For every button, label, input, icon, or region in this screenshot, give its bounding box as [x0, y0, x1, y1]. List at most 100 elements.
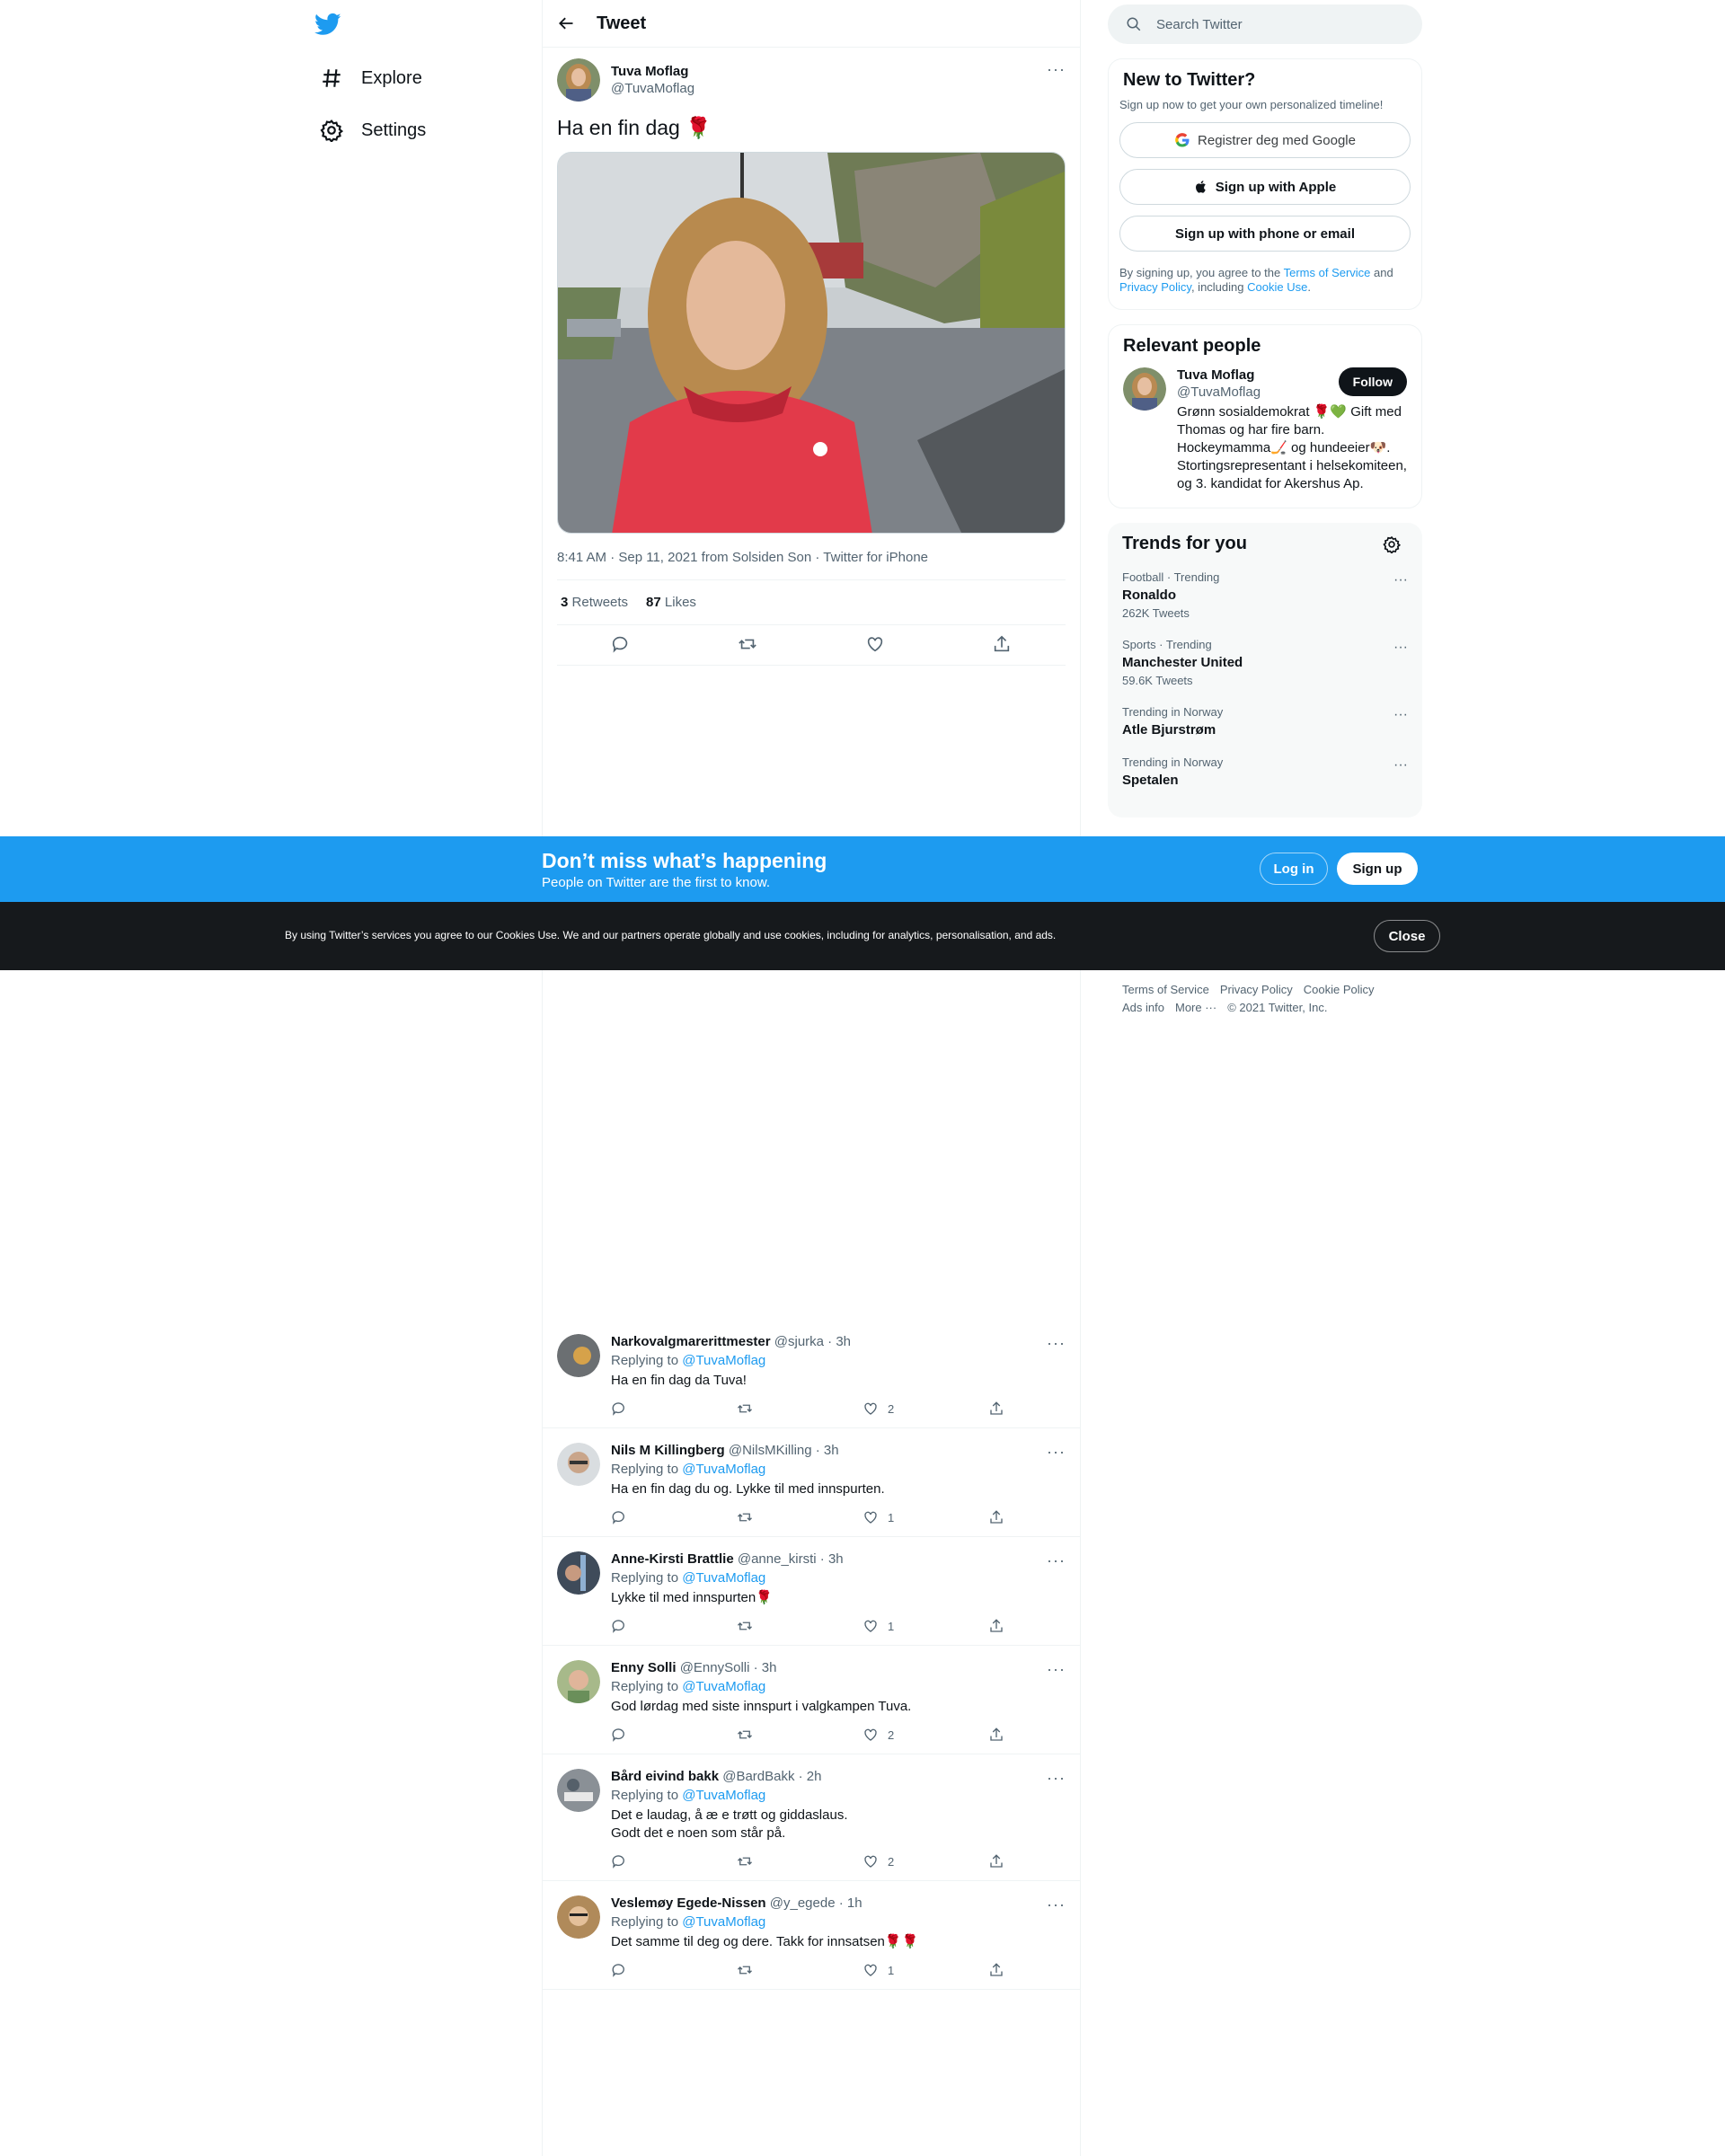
more-options-icon[interactable]: ··· [1047, 1895, 1066, 1914]
reply-handle[interactable]: @anne_kirsti · 3h [738, 1551, 844, 1567]
like-icon[interactable] [862, 1853, 879, 1869]
retweets-stat[interactable]: 3 Retweets [561, 595, 628, 610]
reply-icon[interactable] [611, 1727, 627, 1743]
reply-icon[interactable] [611, 1509, 627, 1525]
trends-settings-icon[interactable] [1383, 535, 1401, 553]
retweet-icon[interactable] [737, 1853, 753, 1869]
follow-button[interactable]: Follow [1338, 367, 1407, 396]
tweet-photo[interactable] [557, 152, 1066, 534]
reply-item[interactable]: Narkovalgmarerittmester @sjurka · 3h Rep… [543, 1323, 1080, 1428]
more-options-icon[interactable]: ··· [1393, 757, 1408, 773]
more-options-icon[interactable]: ··· [1047, 1443, 1066, 1462]
replying-to-link[interactable]: @TuvaMoflag [682, 1788, 765, 1803]
avatar[interactable] [557, 1551, 600, 1595]
more-options-icon[interactable]: ··· [1393, 640, 1408, 656]
back-arrow-icon[interactable] [557, 14, 575, 32]
google-signup-button[interactable]: Registrer deg med Google [1119, 122, 1411, 158]
author-handle[interactable]: @TuvaMoflag [611, 81, 694, 96]
replying-to-link[interactable]: @TuvaMoflag [682, 1570, 765, 1586]
share-icon[interactable] [992, 634, 1012, 654]
trend-item[interactable]: Trending in Norway Spetalen ··· [1108, 747, 1422, 797]
reply-icon[interactable] [611, 1853, 627, 1869]
more-options-icon[interactable]: ··· [1047, 60, 1066, 79]
retweet-icon[interactable] [737, 1727, 753, 1743]
privacy-link[interactable]: Privacy Policy [1119, 280, 1191, 294]
reply-author-name[interactable]: Nils M Killingberg [611, 1443, 725, 1458]
close-button[interactable]: Close [1374, 920, 1440, 952]
reply-handle[interactable]: @EnnySolli · 3h [680, 1660, 777, 1675]
more-options-icon[interactable]: ··· [1393, 572, 1408, 588]
reply-item[interactable]: Anne-Kirsti Brattlie @anne_kirsti · 3h R… [543, 1541, 1080, 1646]
replying-to-link[interactable]: @TuvaMoflag [682, 1353, 765, 1368]
reply-icon[interactable] [611, 1401, 627, 1417]
avatar[interactable] [557, 1660, 600, 1703]
twitter-logo-icon[interactable] [314, 11, 341, 38]
like-icon[interactable] [862, 1509, 879, 1525]
retweet-icon[interactable] [737, 1401, 753, 1417]
share-icon[interactable] [988, 1509, 1004, 1525]
terms-link[interactable]: Terms of Service [1284, 266, 1371, 279]
relevant-person[interactable]: Tuva Moflag @TuvaMoflag Follow Grønn sos… [1109, 364, 1421, 508]
footer-terms-link[interactable]: Terms of Service [1122, 983, 1209, 996]
signup-button[interactable]: Sign up [1337, 853, 1418, 885]
reply-handle[interactable]: @y_egede · 1h [770, 1895, 862, 1911]
reply-item[interactable]: Nils M Killingberg @NilsMKilling · 3h Re… [543, 1432, 1080, 1537]
author-name[interactable]: Tuva Moflag [611, 64, 694, 79]
more-options-icon[interactable]: ··· [1047, 1334, 1066, 1353]
more-options-icon[interactable]: ··· [1047, 1769, 1066, 1788]
footer-cookie-link[interactable]: Cookie Policy [1304, 983, 1375, 996]
reply-icon[interactable] [611, 1618, 627, 1634]
more-options-icon[interactable]: ··· [1393, 707, 1408, 723]
nav-explore[interactable]: Explore [309, 57, 433, 100]
likes-stat[interactable]: 87 Likes [646, 595, 696, 610]
reply-handle[interactable]: @BardBakk · 2h [722, 1769, 821, 1784]
share-icon[interactable] [988, 1727, 1004, 1743]
trend-item[interactable]: Trending in Norway Atle Bjurstrøm ··· [1108, 696, 1422, 747]
replying-to-link[interactable]: @TuvaMoflag [682, 1679, 765, 1694]
search-input[interactable]: Search Twitter [1108, 4, 1422, 44]
reply-icon[interactable] [611, 1962, 627, 1978]
trend-item[interactable]: Sports · Trending Manchester United 59.6… [1108, 629, 1422, 696]
like-icon[interactable] [862, 1618, 879, 1634]
replying-to-link[interactable]: @TuvaMoflag [682, 1914, 765, 1930]
reply-item[interactable]: Veslemøy Egede-Nissen @y_egede · 1h Repl… [543, 1885, 1080, 1990]
reply-author-name[interactable]: Veslemøy Egede-Nissen [611, 1895, 766, 1911]
reply-icon[interactable] [611, 634, 631, 654]
reply-handle[interactable]: @NilsMKilling · 3h [729, 1443, 839, 1458]
share-icon[interactable] [988, 1962, 1004, 1978]
reply-author-name[interactable]: Narkovalgmarerittmester [611, 1334, 771, 1349]
like-icon[interactable] [862, 1727, 879, 1743]
avatar[interactable] [1123, 367, 1166, 411]
login-button[interactable]: Log in [1260, 853, 1328, 885]
like-icon[interactable] [862, 1962, 879, 1978]
trend-item[interactable]: Football · Trending Ronaldo 262K Tweets … [1108, 561, 1422, 629]
reply-author-name[interactable]: Bård eivind bakk [611, 1769, 719, 1784]
cookie-use-link[interactable]: Cookie Use [1247, 280, 1307, 294]
nav-settings[interactable]: Settings [309, 109, 437, 152]
retweet-icon[interactable] [737, 1618, 753, 1634]
retweet-icon[interactable] [738, 634, 757, 654]
share-icon[interactable] [988, 1853, 1004, 1869]
share-icon[interactable] [988, 1618, 1004, 1634]
phone-signup-button[interactable]: Sign up with phone or email [1119, 216, 1411, 252]
retweet-icon[interactable] [737, 1962, 753, 1978]
like-icon[interactable] [865, 634, 885, 654]
reply-item[interactable]: Bård eivind bakk @BardBakk · 2h Replying… [543, 1758, 1080, 1881]
apple-signup-button[interactable]: Sign up with Apple [1119, 169, 1411, 205]
retweet-icon[interactable] [737, 1509, 753, 1525]
avatar[interactable] [557, 1769, 600, 1812]
avatar[interactable] [557, 1334, 600, 1377]
reply-author-name[interactable]: Enny Solli [611, 1660, 677, 1675]
share-icon[interactable] [988, 1401, 1004, 1417]
footer-more-link[interactable]: More ··· [1175, 1001, 1216, 1014]
footer-ads-link[interactable]: Ads info [1122, 1001, 1164, 1014]
reply-handle[interactable]: @sjurka · 3h [774, 1334, 851, 1349]
more-options-icon[interactable]: ··· [1047, 1660, 1066, 1679]
reply-author-name[interactable]: Anne-Kirsti Brattlie [611, 1551, 734, 1567]
avatar[interactable] [557, 58, 600, 102]
like-icon[interactable] [862, 1401, 879, 1417]
more-options-icon[interactable]: ··· [1047, 1551, 1066, 1570]
replying-to-link[interactable]: @TuvaMoflag [682, 1462, 765, 1477]
reply-item[interactable]: Enny Solli @EnnySolli · 3h Replying to @… [543, 1649, 1080, 1754]
avatar[interactable] [557, 1443, 600, 1486]
